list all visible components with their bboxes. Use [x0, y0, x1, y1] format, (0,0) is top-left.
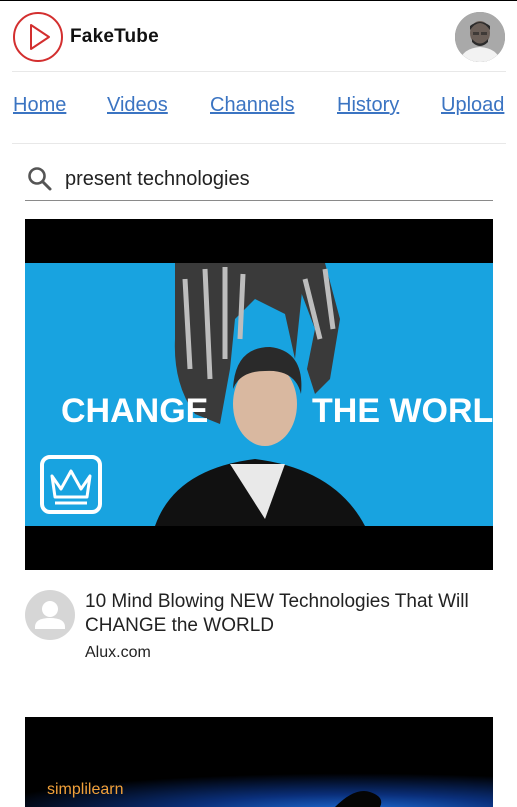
nav-divider	[12, 143, 506, 144]
thumbnail-text-right: THE WORLD	[312, 392, 493, 430]
channel-avatar[interactable]	[25, 590, 75, 640]
play-logo-icon	[13, 12, 63, 62]
brand-name: FakeTube	[70, 26, 159, 47]
video-thumbnail[interactable]: CHANGE THE WORLD	[25, 219, 493, 570]
nav-videos-link[interactable]: Videos	[107, 94, 168, 117]
thumbnail-text-left: CHANGE	[61, 392, 208, 430]
thumbnail-brand: simplilearn	[47, 781, 123, 798]
thumbnail-image: simplilearn	[25, 717, 493, 807]
video-channel-name[interactable]: Alux.com	[85, 644, 151, 662]
person-placeholder-icon	[35, 601, 65, 629]
logo[interactable]: FakeTube	[12, 11, 159, 63]
search-bar	[25, 160, 493, 201]
nav-home-link[interactable]: Home	[13, 94, 66, 117]
video-thumbnail[interactable]: simplilearn	[25, 717, 493, 807]
user-photo-icon	[455, 12, 505, 62]
user-avatar[interactable]	[455, 12, 505, 62]
thumbnail-image: CHANGE THE WORLD	[25, 219, 493, 570]
video-info: 10 Mind Blowing NEW Technologies That Wi…	[25, 590, 493, 670]
nav-channels-link[interactable]: Channels	[210, 94, 295, 117]
app-header: FakeTube	[0, 1, 517, 71]
header-divider	[12, 71, 506, 72]
main-nav: Home Videos Channels History Upload	[13, 94, 507, 124]
search-icon[interactable]	[27, 166, 53, 192]
nav-history-link[interactable]: History	[337, 94, 399, 117]
nav-upload-link[interactable]: Upload	[441, 94, 504, 117]
video-title[interactable]: 10 Mind Blowing NEW Technologies That Wi…	[85, 590, 485, 638]
search-input[interactable]	[65, 164, 485, 194]
